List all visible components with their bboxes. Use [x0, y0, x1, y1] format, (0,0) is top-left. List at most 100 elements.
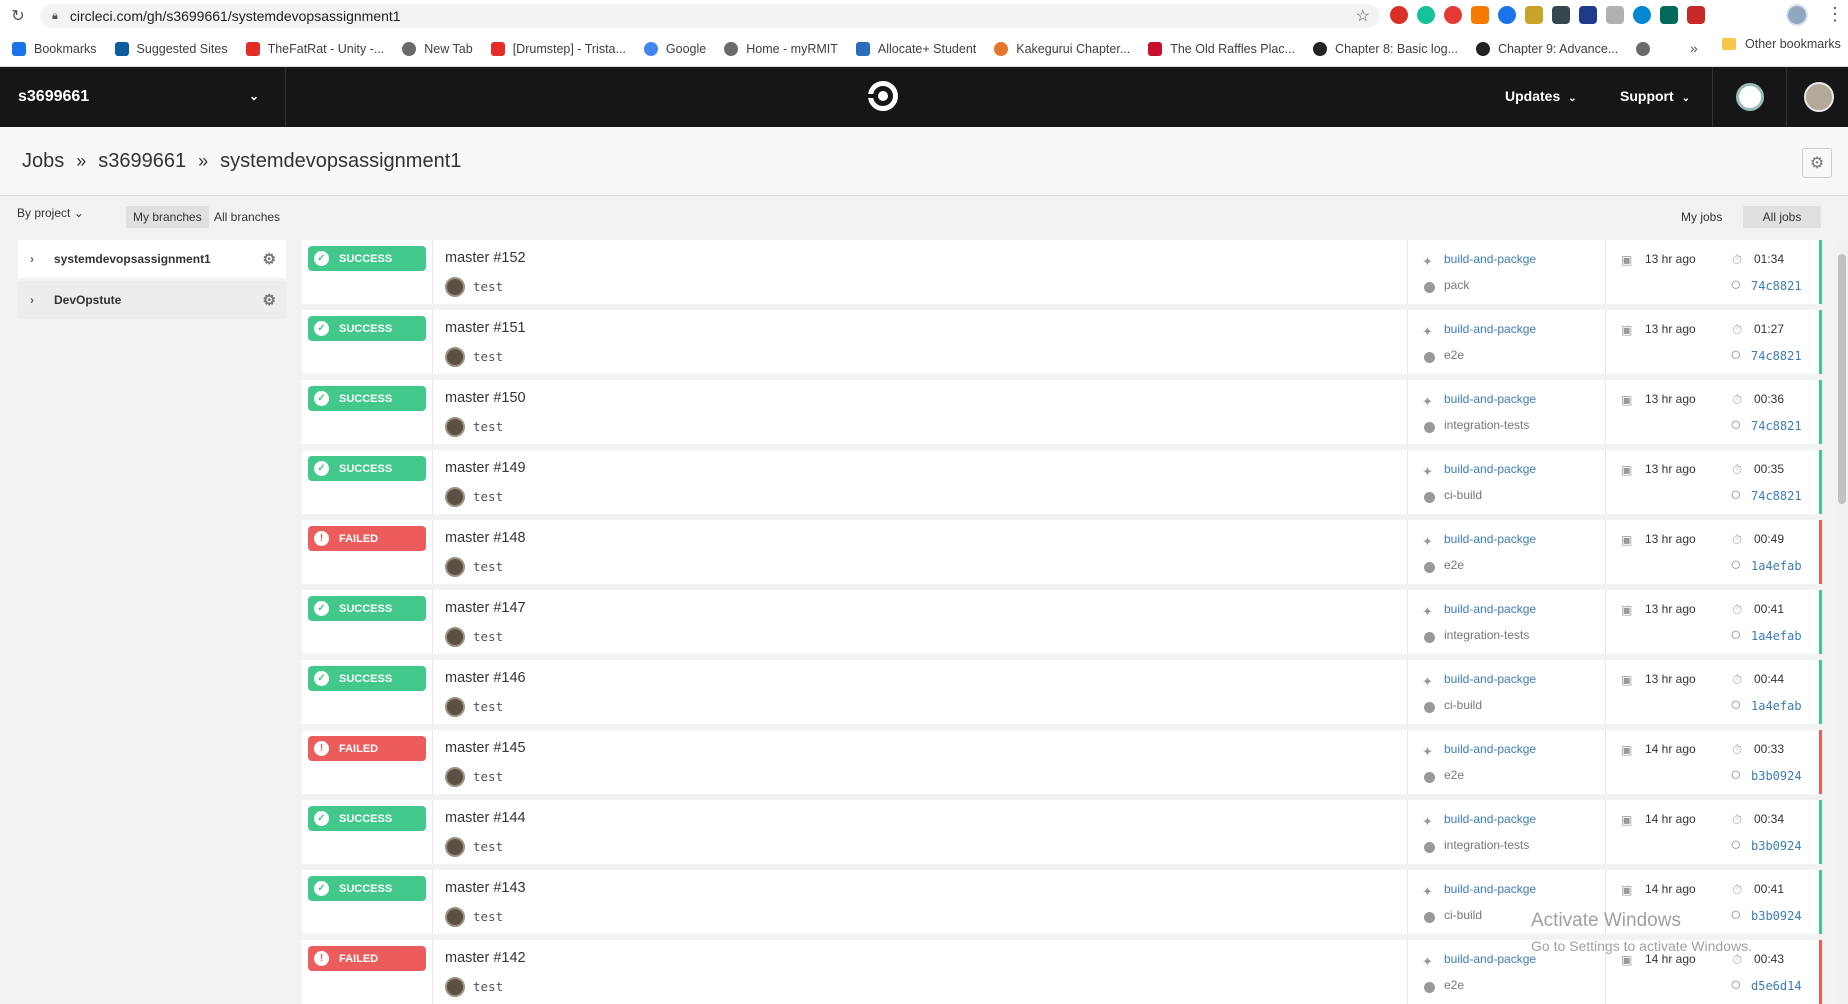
status-badge[interactable]: ✓ SUCCESS: [308, 666, 426, 691]
bookmark-item[interactable]: [1636, 41, 1658, 56]
job-row[interactable]: ✓ SUCCESS master #146 test ✦ build-and-packge…: [302, 660, 1822, 724]
breadcrumb-project[interactable]: systemdevopsassignment1: [220, 150, 461, 173]
user-avatar[interactable]: [1804, 82, 1834, 112]
gear-icon[interactable]: ⚙: [263, 250, 276, 268]
job-title-link[interactable]: master #151: [445, 320, 526, 336]
status-badge[interactable]: ✓ SUCCESS: [308, 386, 426, 411]
bookmark-item[interactable]: New Tab: [402, 41, 473, 56]
adblock-extension-icon[interactable]: [1390, 6, 1408, 24]
bookmark-item[interactable]: Allocate+ Student: [855, 41, 976, 56]
job-title-link[interactable]: master #147: [445, 600, 526, 616]
job-title-link[interactable]: master #152: [445, 250, 526, 266]
workflow-link[interactable]: build-and-packge: [1444, 812, 1536, 826]
commit-sha-link[interactable]: 74c8821: [1751, 349, 1802, 363]
commit-sha-link[interactable]: 74c8821: [1751, 419, 1802, 433]
workflow-link[interactable]: build-and-packge: [1444, 742, 1536, 756]
job-title-link[interactable]: master #142: [445, 950, 526, 966]
extension-icon[interactable]: [1498, 6, 1516, 24]
job-title-link[interactable]: master #149: [445, 460, 526, 476]
status-badge[interactable]: ✓ SUCCESS: [308, 456, 426, 481]
reload-icon[interactable]: ↻: [0, 6, 36, 26]
status-badge[interactable]: ✓ SUCCESS: [308, 246, 426, 271]
job-row[interactable]: ✓ SUCCESS master #147 test ✦ build-and-packge…: [302, 590, 1822, 654]
more-bookmarks-icon[interactable]: »: [1690, 40, 1698, 56]
bookmark-item[interactable]: Chapter 9: Advance...: [1476, 41, 1618, 56]
bookmark-star-icon[interactable]: ☆: [1356, 6, 1370, 26]
job-title-link[interactable]: master #146: [445, 670, 526, 686]
extension-icon[interactable]: [1552, 6, 1570, 24]
my-jobs-toggle[interactable]: My jobs: [1674, 206, 1729, 228]
commit-sha-link[interactable]: 74c8821: [1751, 279, 1802, 293]
job-row[interactable]: ✓ SUCCESS master #152 test ✦ build-and-packge…: [302, 240, 1822, 304]
sidebar-project[interactable]: › DevOpstute ⚙: [18, 281, 286, 319]
workflow-link[interactable]: build-and-packge: [1444, 602, 1536, 616]
breadcrumb-jobs[interactable]: Jobs: [22, 150, 64, 173]
commit-sha-link[interactable]: b3b0924: [1751, 839, 1802, 853]
updates-menu[interactable]: Updates ⌄: [1505, 88, 1577, 104]
commit-sha-link[interactable]: d5e6d14: [1751, 979, 1802, 993]
browser-menu-icon[interactable]: ⋮: [1826, 4, 1844, 25]
breadcrumb-org[interactable]: s3699661: [98, 150, 186, 173]
usage-gauge-icon[interactable]: [1736, 83, 1764, 111]
extension-icon[interactable]: [1525, 6, 1543, 24]
status-badge[interactable]: ✓ SUCCESS: [308, 876, 426, 901]
status-badge[interactable]: ✓ SUCCESS: [308, 596, 426, 621]
sidebar-project[interactable]: › systemdevopsassignment1 ⚙: [18, 240, 286, 278]
workflow-link[interactable]: build-and-packge: [1444, 392, 1536, 406]
bookmark-item[interactable]: TheFatRat - Unity -...: [245, 41, 384, 56]
bookmark-item[interactable]: Kakegurui Chapter...: [994, 41, 1130, 56]
support-menu[interactable]: Support ⌄: [1620, 88, 1690, 104]
project-settings-button[interactable]: ⚙: [1802, 148, 1832, 178]
chevron-right-icon[interactable]: ›: [30, 252, 38, 266]
bookmark-item[interactable]: Bookmarks: [12, 41, 97, 56]
my-branches-toggle[interactable]: My branches: [126, 206, 209, 228]
status-badge[interactable]: ✓ SUCCESS: [308, 316, 426, 341]
commit-sha-link[interactable]: 1a4efab: [1751, 629, 1802, 643]
status-badge[interactable]: ! FAILED: [308, 946, 426, 971]
commit-sha-link[interactable]: b3b0924: [1751, 769, 1802, 783]
pdf-extension-icon[interactable]: [1687, 6, 1705, 24]
extension-icon[interactable]: [1606, 6, 1624, 24]
job-row[interactable]: ✓ SUCCESS master #144 test ✦ build-and-packge…: [302, 800, 1822, 864]
bookmark-item[interactable]: Chapter 8: Basic log...: [1313, 41, 1458, 56]
extension-icon[interactable]: [1471, 6, 1489, 24]
job-title-link[interactable]: master #150: [445, 390, 526, 406]
lock-icon[interactable]: 🔒︎: [52, 10, 58, 23]
job-title-link[interactable]: master #145: [445, 740, 526, 756]
workflow-link[interactable]: build-and-packge: [1444, 882, 1536, 896]
status-badge[interactable]: ! FAILED: [308, 526, 426, 551]
org-switcher[interactable]: s3699661 ⌄: [0, 67, 286, 127]
other-bookmarks[interactable]: Other bookmarks: [1722, 37, 1841, 51]
gear-icon[interactable]: ⚙: [263, 291, 276, 309]
url-text[interactable]: circleci.com/gh/s3699661/systemdevopsass…: [70, 8, 401, 24]
scrollbar-thumb[interactable]: [1838, 254, 1846, 504]
job-row[interactable]: ! FAILED master #148 test ✦ build-and-packge e…: [302, 520, 1822, 584]
workflow-link[interactable]: build-and-packge: [1444, 252, 1536, 266]
extension-icon[interactable]: [1660, 6, 1678, 24]
bookmark-item[interactable]: Suggested Sites: [114, 41, 228, 56]
workflow-link[interactable]: build-and-packge: [1444, 462, 1536, 476]
workflow-link[interactable]: build-and-packge: [1444, 952, 1536, 966]
browser-profile-avatar[interactable]: [1786, 4, 1808, 26]
job-row[interactable]: ! FAILED master #145 test ✦ build-and-packge e…: [302, 730, 1822, 794]
address-bar[interactable]: 🔒︎ circleci.com/gh/s3699661/systemdevops…: [40, 4, 1380, 28]
commit-sha-link[interactable]: 1a4efab: [1751, 699, 1802, 713]
extension-icon[interactable]: [1444, 6, 1462, 24]
status-badge[interactable]: ✓ SUCCESS: [308, 806, 426, 831]
job-title-link[interactable]: master #144: [445, 810, 526, 826]
chevron-right-icon[interactable]: ›: [30, 293, 38, 307]
status-badge[interactable]: ! FAILED: [308, 736, 426, 761]
commit-sha-link[interactable]: 1a4efab: [1751, 559, 1802, 573]
workflow-link[interactable]: build-and-packge: [1444, 672, 1536, 686]
grammarly-extension-icon[interactable]: [1417, 6, 1435, 24]
all-jobs-toggle[interactable]: All jobs: [1743, 206, 1821, 228]
bookmark-item[interactable]: Google: [643, 41, 706, 56]
bookmark-item[interactable]: Home - myRMIT: [724, 41, 838, 56]
extension-icon[interactable]: [1633, 6, 1651, 24]
commit-sha-link[interactable]: b3b0924: [1751, 909, 1802, 923]
all-branches-toggle[interactable]: All branches: [207, 206, 287, 228]
job-row[interactable]: ✓ SUCCESS master #150 test ✦ build-and-packge…: [302, 380, 1822, 444]
bookmark-item[interactable]: The Old Raffles Plac...: [1148, 41, 1295, 56]
job-title-link[interactable]: master #148: [445, 530, 526, 546]
commit-sha-link[interactable]: 74c8821: [1751, 489, 1802, 503]
